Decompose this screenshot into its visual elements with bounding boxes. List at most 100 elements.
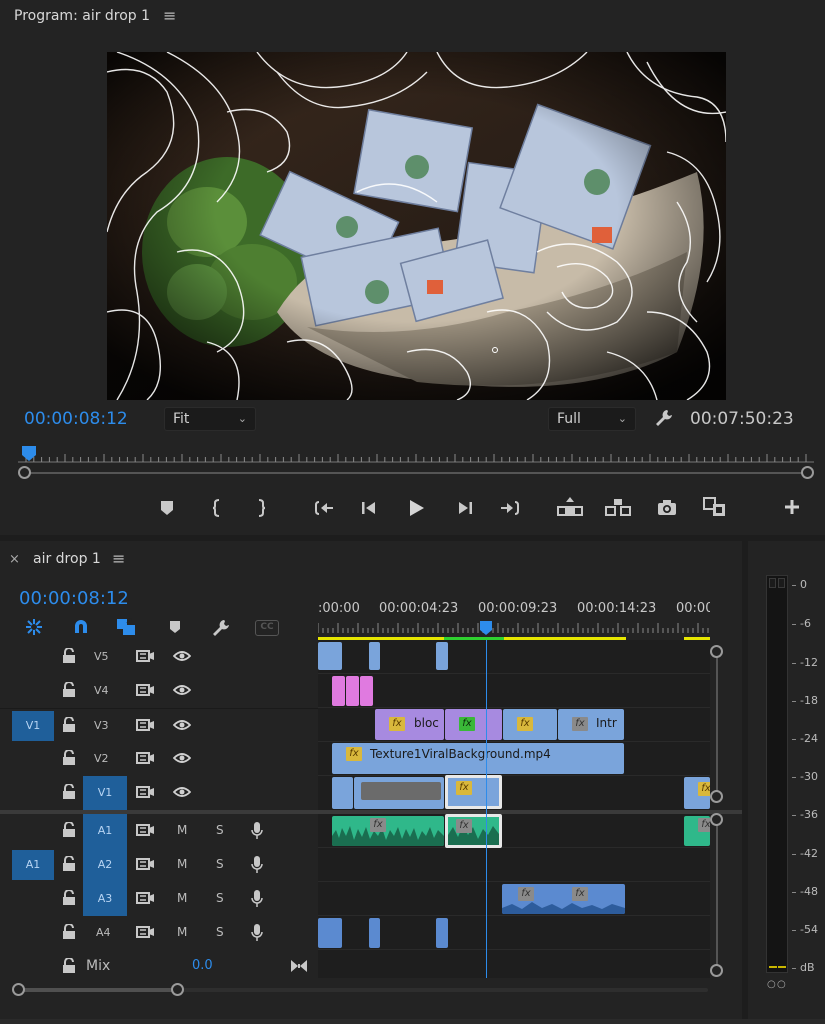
eye-icon[interactable] — [172, 752, 192, 764]
clip-a4[interactable] — [436, 918, 448, 948]
add-marker-button[interactable] — [156, 497, 178, 519]
clip-v1[interactable]: fx — [684, 777, 710, 809]
track-target-a2[interactable]: A2 — [83, 848, 127, 882]
mark-out-button[interactable] — [250, 497, 272, 519]
timeline-tab-title[interactable]: air drop 1 — [33, 551, 101, 567]
track-label[interactable]: V3 — [94, 719, 109, 732]
current-timecode[interactable]: 00:00:08:12 — [24, 409, 128, 429]
lock-icon[interactable] — [62, 783, 76, 800]
lock-icon[interactable] — [62, 889, 76, 906]
play-button[interactable] — [405, 497, 427, 519]
solo-button[interactable]: S — [216, 925, 224, 939]
sync-lock-icon[interactable] — [136, 751, 156, 765]
clip-v5[interactable] — [436, 642, 448, 670]
hamburger-menu-icon[interactable]: ≡ — [112, 549, 125, 568]
step-back-button[interactable] — [358, 497, 380, 519]
sync-lock-icon[interactable] — [136, 925, 156, 939]
extract-button[interactable] — [604, 495, 632, 519]
clip-a4[interactable] — [318, 918, 342, 948]
video-tracks-scrollbar[interactable] — [710, 645, 724, 803]
solo-left-button[interactable]: ○ — [767, 979, 776, 990]
timeline-ruler[interactable]: :00:00 00:00:04:23 00:00:09:23 00:00:14:… — [318, 601, 710, 641]
solo-right-button[interactable]: ○ — [777, 979, 786, 990]
clip-v1-selected[interactable]: fx — [445, 775, 502, 809]
lock-icon[interactable] — [62, 647, 76, 664]
sync-lock-icon[interactable] — [136, 718, 156, 732]
eye-icon[interactable] — [172, 719, 192, 731]
clip-a3[interactable]: fx fx — [502, 884, 625, 914]
lock-icon[interactable] — [62, 749, 76, 766]
timeline-playhead-head[interactable] — [478, 621, 494, 637]
lock-icon[interactable] — [62, 957, 76, 974]
lock-icon[interactable] — [62, 821, 76, 838]
scrollbar-start-handle[interactable] — [18, 466, 31, 479]
clip-a1[interactable]: fx — [332, 816, 444, 846]
clip-v3-bloc[interactable]: fx bloc — [375, 709, 444, 740]
lock-icon[interactable] — [62, 855, 76, 872]
clip-v5[interactable] — [369, 642, 380, 670]
microphone-icon[interactable] — [250, 923, 264, 943]
track-label[interactable]: V4 — [94, 684, 109, 697]
clip-v3[interactable]: fx — [445, 709, 502, 740]
eye-icon[interactable] — [172, 786, 192, 798]
sync-lock-icon[interactable] — [136, 823, 156, 837]
marker-icon[interactable] — [166, 618, 184, 636]
comparison-view-button[interactable] — [702, 495, 728, 519]
track-label[interactable]: V2 — [94, 752, 109, 765]
source-patch-v1[interactable]: V1 — [12, 711, 54, 741]
mute-button[interactable]: M — [177, 925, 187, 939]
nest-icon[interactable] — [24, 617, 44, 637]
sync-lock-icon[interactable] — [136, 649, 156, 663]
step-forward-button[interactable] — [454, 497, 476, 519]
eye-icon[interactable] — [172, 650, 192, 662]
playhead-marker[interactable] — [22, 446, 36, 462]
clip-v4[interactable] — [332, 676, 345, 706]
clip-a4[interactable] — [369, 918, 380, 948]
clip-a1-selected[interactable]: fx — [445, 814, 502, 848]
solo-button[interactable]: S — [216, 857, 224, 871]
track-target-a1[interactable]: A1 — [83, 814, 127, 848]
mute-button[interactable]: M — [177, 823, 187, 837]
go-to-in-button[interactable] — [311, 497, 335, 519]
zoom-level-select[interactable]: Fit ⌄ — [164, 407, 256, 431]
clip-v1[interactable] — [332, 777, 353, 809]
captions-icon[interactable]: CC — [255, 620, 279, 636]
monitor-time-ruler[interactable] — [18, 446, 814, 468]
source-patch-a1[interactable]: A1 — [12, 850, 54, 880]
solo-button[interactable]: S — [216, 891, 224, 905]
clip-v3[interactable]: fx — [503, 709, 557, 740]
close-icon[interactable]: × — [9, 552, 20, 567]
go-to-out-button[interactable] — [499, 497, 523, 519]
mix-volume-value[interactable]: 0.0 — [192, 958, 213, 973]
clip-v2-texture[interactable]: fx Texture1ViralBackground.mp4 — [332, 743, 624, 774]
wrench-icon[interactable] — [210, 617, 232, 639]
clip-v4[interactable] — [360, 676, 373, 706]
track-label[interactable]: A4 — [96, 926, 111, 939]
playback-resolution-select[interactable]: Full ⌄ — [548, 407, 636, 431]
audio-tracks-scrollbar[interactable] — [710, 813, 724, 977]
microphone-icon[interactable] — [250, 855, 264, 875]
wrench-icon[interactable] — [653, 407, 675, 429]
snap-magnet-icon[interactable] — [71, 617, 91, 637]
clip-v5[interactable] — [318, 642, 342, 670]
solo-button[interactable]: S — [216, 823, 224, 837]
microphone-icon[interactable] — [250, 889, 264, 909]
clip-a1[interactable]: fx — [684, 816, 710, 846]
track-target-a3[interactable]: A3 — [83, 882, 127, 916]
clip-v1[interactable] — [354, 777, 444, 809]
mark-in-button[interactable] — [206, 497, 228, 519]
lock-icon[interactable] — [62, 716, 76, 733]
program-video-frame[interactable] — [107, 52, 726, 400]
sync-lock-icon[interactable] — [136, 891, 156, 905]
sync-lock-icon[interactable] — [136, 857, 156, 871]
sync-lock-icon[interactable] — [136, 683, 156, 697]
track-label[interactable]: V5 — [94, 650, 109, 663]
track-target-v1[interactable]: V1 — [83, 776, 127, 810]
linked-selection-icon[interactable] — [115, 616, 137, 638]
hamburger-menu-icon[interactable]: ≡ — [163, 6, 176, 25]
clip-v4[interactable] — [346, 676, 359, 706]
timeline-timecode[interactable]: 00:00:08:12 — [19, 588, 129, 609]
scrollbar-end-handle[interactable] — [801, 466, 814, 479]
mute-button[interactable]: M — [177, 857, 187, 871]
export-frame-button[interactable] — [655, 497, 679, 519]
